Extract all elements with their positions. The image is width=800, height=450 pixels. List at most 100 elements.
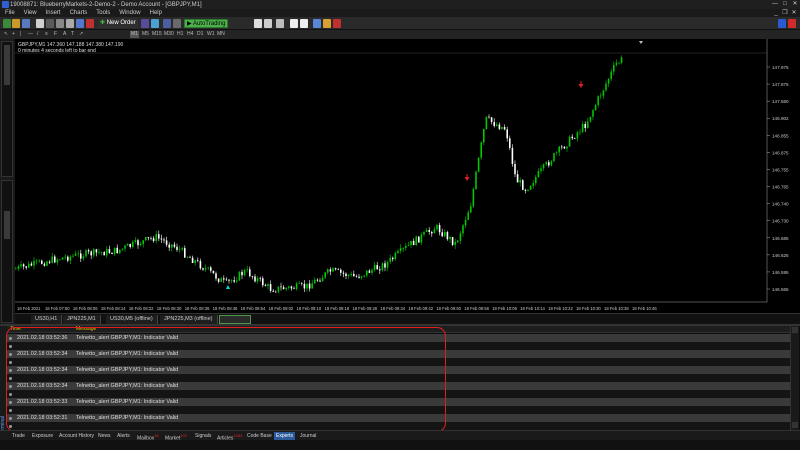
log-row[interactable]: 2021.02.18 03:52:36 Telnetto_alert GBPJP…	[7, 334, 790, 342]
tab-exposure[interactable]: Exposure	[30, 432, 55, 440]
menu-file[interactable]: File	[5, 9, 15, 17]
periods-icon[interactable]	[323, 19, 331, 28]
channel-icon[interactable]: ≡	[44, 31, 49, 38]
tab-code-base[interactable]: Code Base	[245, 432, 274, 440]
price-chart[interactable]: 147.975 147.875 147.560 146.902 146.855 146.8…	[15, 39, 800, 313]
log-row-blank[interactable]	[7, 422, 790, 430]
tab-alerts[interactable]: Alerts	[115, 432, 132, 440]
scroll-up-icon[interactable]	[792, 327, 798, 333]
tf-m5[interactable]: M5	[141, 31, 150, 38]
signals-icon[interactable]	[163, 19, 171, 28]
chart-tab-jpn225-m3-offline[interactable]: JPN225,M3 (offline)	[160, 315, 218, 324]
alert-icon[interactable]	[788, 19, 796, 28]
search-icon[interactable]	[778, 19, 786, 28]
child-restore-icon[interactable]: ❐	[781, 9, 789, 17]
log-row[interactable]: 2021.02.18 03:52:33 Telnetto_alert GBPJP…	[7, 398, 790, 406]
templates-icon[interactable]	[333, 19, 341, 28]
label-tool-icon[interactable]: T	[70, 31, 75, 38]
candlestick-chart[interactable]: 147.975 147.875 147.560 146.902 146.855 146.8…	[15, 39, 800, 313]
tab-journal[interactable]: Journal	[298, 432, 318, 440]
tf-h1[interactable]: H1	[176, 31, 184, 38]
tab-mailbox[interactable]: Mailbox36	[135, 432, 161, 442]
log-row-blank[interactable]	[7, 342, 790, 350]
draw-crosshair-icon[interactable]: +	[11, 31, 16, 38]
tf-m30[interactable]: M30	[163, 31, 175, 38]
navigator-icon[interactable]	[56, 19, 64, 28]
market-watch-scrollbar[interactable]	[4, 45, 10, 85]
log-row-blank[interactable]	[7, 406, 790, 414]
tf-d1[interactable]: D1	[196, 31, 204, 38]
log-row[interactable]: 2021.02.18 03:52:31 Telnetto_alert GBPJP…	[7, 414, 790, 422]
zoom-in-icon[interactable]	[254, 19, 262, 28]
tf-m1[interactable]: M1	[130, 31, 139, 38]
menu-charts[interactable]: Charts	[70, 9, 88, 17]
chart-tab-us30-m5-offline[interactable]: US30,M5 (offline)	[106, 315, 158, 324]
arrows-tool-icon[interactable]: ↗	[78, 31, 84, 38]
tab-news[interactable]: News	[96, 432, 113, 440]
log-row[interactable]: 2021.02.18 03:52:34 Telnetto_alert GBPJP…	[7, 382, 790, 390]
autoscroll-icon[interactable]	[300, 19, 308, 28]
scroll-down-icon[interactable]	[792, 422, 798, 428]
log-row-blank[interactable]	[7, 374, 790, 382]
tab-account-history[interactable]: Account History	[57, 432, 96, 440]
open-folder-icon[interactable]	[12, 19, 20, 28]
minimize-icon[interactable]: —	[770, 0, 780, 9]
chart-tab-us30-h1[interactable]: US30,H1	[31, 315, 63, 324]
autotrading-button[interactable]: ▶ AutoTrading	[184, 19, 229, 28]
zoom-out-icon[interactable]	[264, 19, 272, 28]
menu-tools[interactable]: Tools	[96, 9, 110, 17]
column-time[interactable]: Time	[10, 326, 21, 333]
strategy-icon[interactable]	[151, 19, 159, 28]
maximize-icon[interactable]: □	[780, 0, 790, 9]
tab-experts[interactable]: Experts	[274, 432, 295, 440]
chart-shift-icon[interactable]	[290, 19, 298, 28]
child-close-icon[interactable]: ✕	[790, 9, 798, 17]
new-chart-icon[interactable]	[3, 19, 11, 28]
new-order-button[interactable]: ✚ New Order	[98, 19, 138, 28]
market-watch-panel[interactable]	[1, 41, 13, 177]
cursor-icon[interactable]	[36, 19, 44, 28]
tf-m15[interactable]: M15	[151, 31, 163, 38]
menu-help[interactable]: Help	[150, 9, 162, 17]
menu-view[interactable]: View	[24, 9, 37, 17]
text-tool-icon[interactable]: A	[62, 31, 67, 38]
menu-window[interactable]: Window	[119, 9, 140, 17]
horizontal-line-icon[interactable]: —	[27, 31, 34, 38]
log-bullet-icon	[9, 425, 12, 428]
tf-h4[interactable]: H4	[186, 31, 194, 38]
market-watch-icon[interactable]	[22, 19, 30, 28]
tab-articles[interactable]: Articles1083	[215, 432, 244, 442]
navigator-scrollbar[interactable]	[4, 211, 10, 239]
log-row-blank[interactable]	[7, 358, 790, 366]
draw-cursor-icon[interactable]: ↖	[3, 31, 9, 38]
trendline-icon[interactable]: /	[36, 31, 39, 38]
menu-insert[interactable]: Insert	[46, 9, 61, 17]
close-icon[interactable]: ✕	[790, 0, 800, 9]
indicators-icon[interactable]	[313, 19, 321, 28]
tab-trade[interactable]: Trade	[10, 432, 27, 440]
chart-tab-gbpjpy-m1[interactable]	[219, 315, 251, 324]
metaeditor-icon[interactable]	[141, 19, 149, 28]
terminal-icon[interactable]	[66, 19, 74, 28]
child-minimize-icon[interactable]: _	[772, 9, 780, 17]
tab-market[interactable]: Market102	[163, 432, 189, 442]
candle-body	[514, 164, 516, 175]
navigator-panel[interactable]	[1, 180, 13, 323]
tile-windows-icon[interactable]	[276, 19, 284, 28]
vps-icon[interactable]	[173, 19, 181, 28]
tester-icon[interactable]	[76, 19, 84, 28]
tf-w1[interactable]: W1	[206, 31, 216, 38]
fibonacci-icon[interactable]: F	[53, 31, 58, 38]
history-icon[interactable]	[86, 19, 94, 28]
candle-body	[275, 291, 277, 293]
vertical-line-icon[interactable]: |	[19, 31, 22, 38]
tf-mn[interactable]: MN	[216, 31, 226, 38]
crosshair-icon[interactable]	[46, 19, 54, 28]
tab-signals[interactable]: Signals	[193, 432, 213, 440]
column-message[interactable]: Message	[76, 326, 96, 333]
chart-tab-jpn225-m1[interactable]: JPN225,M1	[63, 315, 101, 324]
terminal-scrollbar[interactable]	[790, 326, 799, 440]
log-row[interactable]: 2021.02.18 03:52:34 Telnetto_alert GBPJP…	[7, 366, 790, 374]
log-row-blank[interactable]	[7, 390, 790, 398]
log-row[interactable]: 2021.02.18 03:52:34 Telnetto_alert GBPJP…	[7, 350, 790, 358]
